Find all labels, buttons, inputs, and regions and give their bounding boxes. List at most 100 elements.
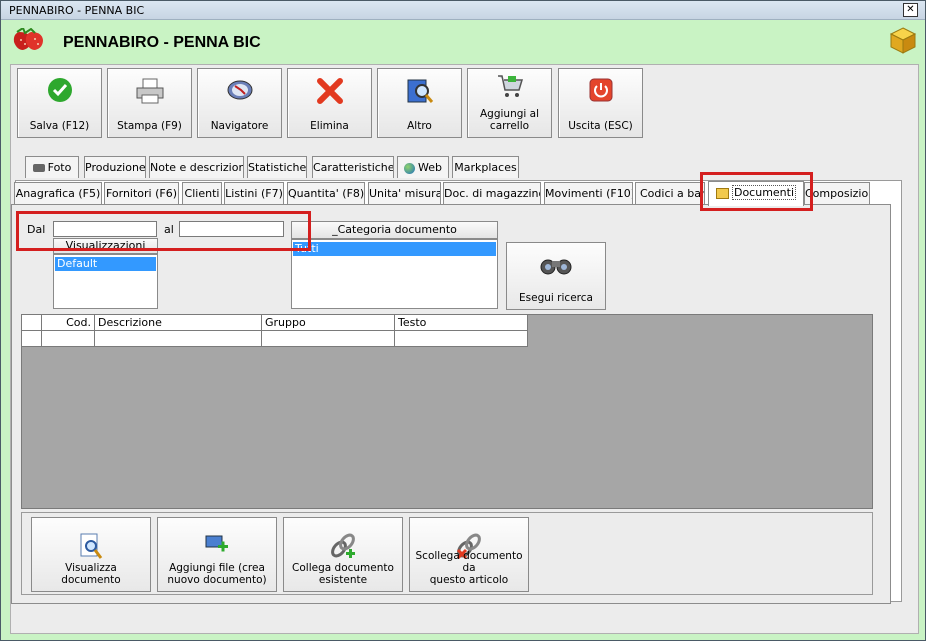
- table-cell[interactable]: [42, 331, 95, 347]
- add-to-cart-label-line2: carrello: [489, 120, 530, 132]
- documents-grid[interactable]: Cod. Descrizione Gruppo Testo: [21, 314, 873, 509]
- tab-composizioni[interactable]: Composizioni: [804, 182, 870, 204]
- unlink-document-button[interactable]: Scollega documento da questo articolo: [409, 517, 529, 592]
- table-cell[interactable]: [395, 331, 528, 347]
- delete-button-label: Elimina: [310, 120, 349, 132]
- tab-caratteristiche[interactable]: Caratteristiche: [312, 156, 394, 178]
- tab-quantita[interactable]: Quantita' (F8): [287, 182, 365, 204]
- tab-movimenti[interactable]: Movimenti (F10): [544, 182, 633, 204]
- search-book-icon: [407, 79, 433, 103]
- delete-button[interactable]: Elimina: [287, 68, 372, 138]
- column-header-descrizione[interactable]: Descrizione: [95, 315, 262, 331]
- delete-x-icon: [316, 78, 343, 104]
- navigator-button-label: Navigatore: [210, 120, 269, 132]
- navigator-button[interactable]: Navigatore: [197, 68, 282, 138]
- exit-button[interactable]: Uscita (ESC): [558, 68, 643, 138]
- visualizzazioni-list[interactable]: Default: [53, 254, 158, 309]
- unlink-document-label-line2: questo articolo: [429, 574, 509, 586]
- document-actions-bar: Visualizza documento Aggiungi file (crea…: [21, 512, 873, 595]
- link-document-button[interactable]: Collega documento esistente: [283, 517, 403, 592]
- visualizzazioni-header: Visualizzazioni: [53, 238, 158, 254]
- tab-web[interactable]: Web: [397, 156, 449, 178]
- al-date-input[interactable]: [179, 221, 284, 237]
- add-file-button[interactable]: Aggiungi file (crea nuovo documento): [157, 517, 277, 592]
- tab-fornitori[interactable]: Fornitori (F6): [104, 182, 179, 204]
- tab-documenti[interactable]: Documenti: [708, 181, 804, 206]
- compass-icon: [227, 80, 252, 100]
- column-header-cod[interactable]: Cod.: [42, 315, 95, 331]
- view-document-icon: [80, 533, 103, 559]
- unlink-document-label: Scollega documento da questo articolo: [412, 550, 526, 586]
- application-window: PENNABIRO - PENNA BIC ✕ PENNABIRO - PENN…: [0, 0, 926, 641]
- tab-unita-misura[interactable]: Unita' misura: [368, 182, 441, 204]
- tab-anagrafica[interactable]: Anagrafica (F5): [14, 182, 102, 204]
- al-label: al: [164, 223, 174, 236]
- printer-icon: [136, 78, 163, 104]
- close-button[interactable]: ✕: [903, 3, 918, 17]
- article-header: PENNABIRO - PENNA BIC: [1, 20, 925, 64]
- link-document-label: Collega documento esistente: [286, 562, 400, 586]
- tab-produzione[interactable]: Produzione: [84, 156, 146, 178]
- tab-web-label: Web: [418, 161, 442, 174]
- link-document-icon: [331, 533, 355, 558]
- page-title: PENNABIRO - PENNA BIC: [63, 34, 261, 51]
- tab-clienti[interactable]: Clienti: [182, 182, 222, 204]
- categoria-header: _Categoria documento: [291, 221, 498, 239]
- search-button[interactable]: Esegui ricerca: [506, 242, 606, 310]
- add-file-label-line2: nuovo documento): [167, 574, 267, 586]
- add-file-icon: [205, 535, 228, 552]
- tab-listini[interactable]: Listini (F7): [224, 182, 284, 204]
- grid-corner: [22, 315, 42, 331]
- cart-icon: [497, 75, 523, 97]
- folder-icon: [715, 187, 729, 199]
- add-file-label-line1: Aggiungi file (crea: [169, 562, 265, 574]
- main-area: Salva (F12) Stampa (F9) Navigatore Elimi…: [10, 64, 919, 634]
- table-row[interactable]: [22, 331, 42, 347]
- save-button-label: Salva (F12): [29, 120, 90, 132]
- print-button-label: Stampa (F9): [117, 120, 182, 132]
- tab-codici-barre[interactable]: Codici a barre: [635, 182, 705, 204]
- check-icon: [47, 78, 72, 102]
- save-button[interactable]: Salva (F12): [17, 68, 102, 138]
- print-button[interactable]: Stampa (F9): [107, 68, 192, 138]
- tab-foto[interactable]: Foto: [25, 156, 79, 178]
- add-file-label: Aggiungi file (crea nuovo documento): [160, 562, 274, 586]
- tab-statistiche[interactable]: Statistiche: [247, 156, 307, 178]
- categoria-selected-item[interactable]: Tutti: [293, 242, 496, 256]
- camera-icon: [32, 164, 45, 172]
- categoria-list[interactable]: Tutti: [291, 239, 498, 309]
- window-title: PENNABIRO - PENNA BIC: [9, 4, 145, 17]
- exit-button-label: Uscita (ESC): [568, 120, 633, 132]
- tab-documenti-label: Documenti: [731, 185, 797, 200]
- add-to-cart-label-line1: Aggiungi al: [479, 108, 539, 120]
- tab-note-descrizioni[interactable]: Note e descrizioni: [149, 156, 244, 178]
- link-document-label-line1: Collega documento: [292, 562, 394, 574]
- add-to-cart-label: Aggiungi al carrello: [468, 108, 551, 132]
- view-document-label-line1: Visualizza documento: [61, 562, 121, 586]
- power-icon: [589, 78, 612, 102]
- search-button-label: Esegui ricerca: [519, 292, 593, 304]
- title-bar: PENNABIRO - PENNA BIC ✕: [1, 1, 925, 20]
- tab-foto-label: Foto: [47, 161, 72, 174]
- tab-doc-magazzino[interactable]: Doc. di magazzino: [443, 182, 541, 204]
- view-document-label: Visualizza documento: [34, 562, 148, 586]
- table-cell[interactable]: [262, 331, 395, 347]
- add-to-cart-button[interactable]: Aggiungi al carrello: [467, 68, 552, 138]
- table-cell[interactable]: [95, 331, 262, 347]
- column-header-gruppo[interactable]: Gruppo: [262, 315, 395, 331]
- tab-markplaces[interactable]: Markplaces: [452, 156, 519, 178]
- dal-label: Dal: [27, 223, 46, 236]
- view-document-button[interactable]: Visualizza documento: [31, 517, 151, 592]
- column-header-testo[interactable]: Testo: [395, 315, 528, 331]
- documenti-panel: Dal al Visualizzazioni Default _Categori…: [11, 204, 891, 604]
- cube-icon: [889, 27, 917, 54]
- more-button[interactable]: Altro: [377, 68, 462, 138]
- visualizzazioni-selected-item[interactable]: Default: [55, 257, 156, 271]
- binoculars-icon: [540, 259, 572, 275]
- more-button-label: Altro: [407, 120, 432, 132]
- unlink-document-label-line1: Scollega documento da: [415, 550, 523, 574]
- link-document-label-line2: esistente: [318, 574, 368, 586]
- dal-date-input[interactable]: [53, 221, 157, 237]
- globe-icon: [404, 162, 415, 174]
- strawberry-logo-icon: [13, 28, 43, 50]
